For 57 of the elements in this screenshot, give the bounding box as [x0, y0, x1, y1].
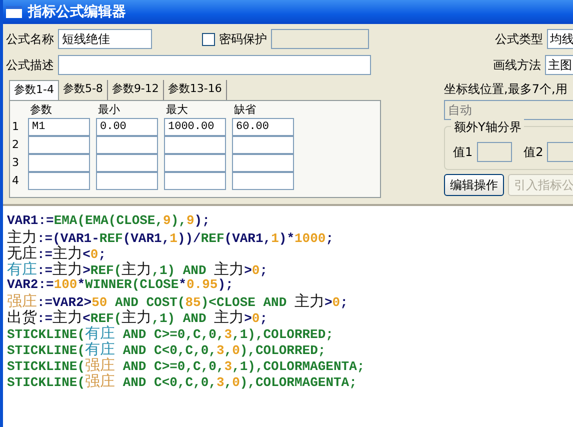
param-field[interactable]	[28, 172, 90, 190]
param-field[interactable]	[96, 154, 158, 172]
column-header: 最大	[166, 102, 189, 118]
column-header: 缺省	[234, 102, 257, 118]
code-line: STICKLINE(有庄 AND C<0,C,0,3,0),COLORRED;	[7, 341, 326, 357]
button[interactable]: 编辑操作	[444, 174, 504, 196]
axis-position-field[interactable]: 自动	[444, 100, 573, 120]
row-number: 2	[12, 136, 20, 153]
window-icon	[6, 6, 22, 18]
description-label: 公式描述	[6, 57, 54, 74]
param-field[interactable]	[164, 172, 226, 190]
column-header: 最小	[98, 102, 121, 118]
value2-label: 值2	[524, 144, 544, 161]
row-number: 3	[12, 154, 20, 171]
password-checkbox[interactable]	[202, 32, 215, 46]
param-field[interactable]	[28, 136, 90, 154]
description-field[interactable]	[58, 55, 371, 75]
param-field[interactable]: 1000.00	[164, 118, 226, 136]
param-field[interactable]	[232, 154, 294, 172]
value2-field[interactable]	[547, 142, 573, 162]
code-line: 有庄:=主力>REF(主力,1) AND 主力>0;	[7, 261, 268, 277]
code-line: 主力:=(VAR1-REF(VAR1,1))/REF(VAR1,1)*1000;	[7, 229, 334, 245]
tab[interactable]: 参数1-4	[9, 80, 59, 100]
param-field[interactable]	[164, 154, 226, 172]
param-field[interactable]	[96, 172, 158, 190]
param-field[interactable]	[28, 154, 90, 172]
param-field[interactable]: 0.00	[96, 118, 158, 136]
code-line: STICKLINE(强庄 AND C<0,C,0,3,0),COLORMAGENTA;	[7, 373, 357, 389]
row-number: 4	[12, 172, 20, 189]
param-field[interactable]	[96, 136, 158, 154]
code-line: STICKLINE(强庄 AND C>=0,C,0,3,1),COLORMAGENTA;	[7, 357, 365, 373]
code-line: VAR2:=100*WINNER(CLOSE*0.95);	[7, 277, 234, 293]
param-field[interactable]	[232, 172, 294, 190]
axis-position-label: 坐标线位置,最多7个,用	[444, 81, 568, 98]
param-field[interactable]	[164, 136, 226, 154]
password-label: 密码保护	[219, 31, 267, 48]
group-title: 额外Y轴分界	[451, 118, 524, 136]
param-field[interactable]: 60.00	[232, 118, 294, 136]
name-label: 公式名称	[6, 31, 54, 48]
code-editor[interactable]	[3, 204, 573, 427]
name-field[interactable]: 短线绝佳	[58, 29, 152, 49]
code-line: VAR1:=EMA(EMA(CLOSE,9),9);	[7, 213, 210, 229]
param-field[interactable]	[232, 136, 294, 154]
column-header: 参数	[30, 102, 53, 118]
draw-method-label: 画线方法	[493, 57, 541, 74]
value1-field[interactable]	[476, 142, 512, 162]
password-field[interactable]	[271, 29, 369, 49]
code-line: STICKLINE(有庄 AND C>=0,C,0,3,1),COLORRED;	[7, 325, 334, 341]
row-number: 1	[12, 118, 20, 135]
value1-label: 值1	[453, 144, 473, 161]
window-title: 指标公式编辑器	[28, 2, 126, 22]
param-field[interactable]: M1	[28, 118, 90, 136]
code-line: 出货:=主力<REF(主力,1) AND 主力>0;	[7, 309, 268, 325]
draw-method-dropdown[interactable]: 主图	[545, 55, 573, 75]
type-label: 公式类型	[495, 31, 543, 48]
code-line: 强庄:=VAR2>50 AND COST(85)<CLOSE AND 主力>0;	[7, 293, 348, 309]
code-line: 无庄:=主力<0;	[7, 245, 106, 261]
